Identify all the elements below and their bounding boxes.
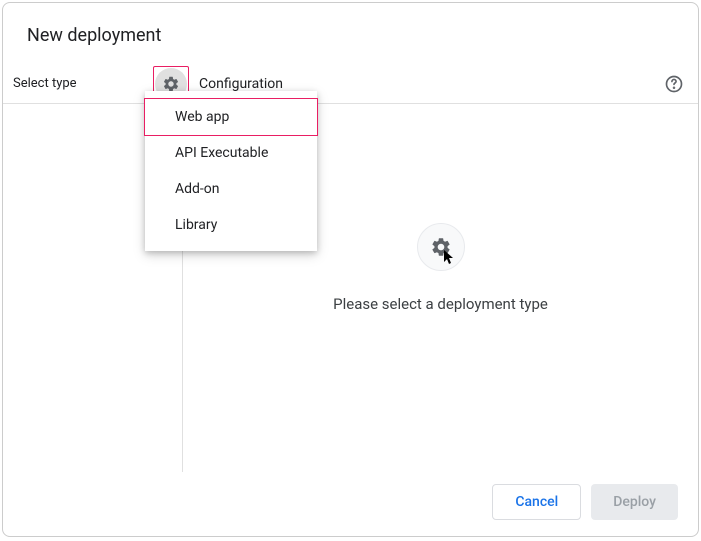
subheader-bar: Select type Configuration bbox=[3, 64, 698, 104]
type-dropdown-menu: Web app API Executable Add-on Library bbox=[145, 91, 317, 251]
cancel-button[interactable]: Cancel bbox=[492, 484, 581, 520]
menu-item-api-executable[interactable]: API Executable bbox=[145, 135, 317, 171]
menu-item-label: Library bbox=[175, 217, 217, 233]
menu-item-label: Web app bbox=[175, 109, 229, 125]
menu-item-library[interactable]: Library bbox=[145, 207, 317, 243]
placeholder-gear-circle bbox=[417, 223, 465, 271]
help-icon bbox=[664, 74, 684, 94]
gear-icon bbox=[162, 75, 180, 93]
deploy-button[interactable]: Deploy bbox=[591, 484, 678, 520]
menu-item-add-on[interactable]: Add-on bbox=[145, 171, 317, 207]
configuration-label: Configuration bbox=[199, 76, 283, 92]
dialog-body: Please select a deployment type bbox=[3, 104, 698, 472]
dialog-header: New deployment bbox=[3, 3, 698, 64]
placeholder-text: Please select a deployment type bbox=[333, 295, 548, 313]
dialog-title: New deployment bbox=[27, 25, 674, 46]
dialog-footer: Cancel Deploy bbox=[3, 472, 698, 536]
help-button[interactable] bbox=[662, 72, 686, 96]
select-type-label: Select type bbox=[11, 76, 77, 91]
menu-item-label: Add-on bbox=[175, 181, 220, 197]
cursor-icon bbox=[444, 250, 455, 265]
deployment-dialog: New deployment Select type Configuration bbox=[2, 2, 699, 537]
menu-item-web-app[interactable]: Web app bbox=[144, 98, 318, 136]
menu-item-label: API Executable bbox=[175, 145, 268, 161]
